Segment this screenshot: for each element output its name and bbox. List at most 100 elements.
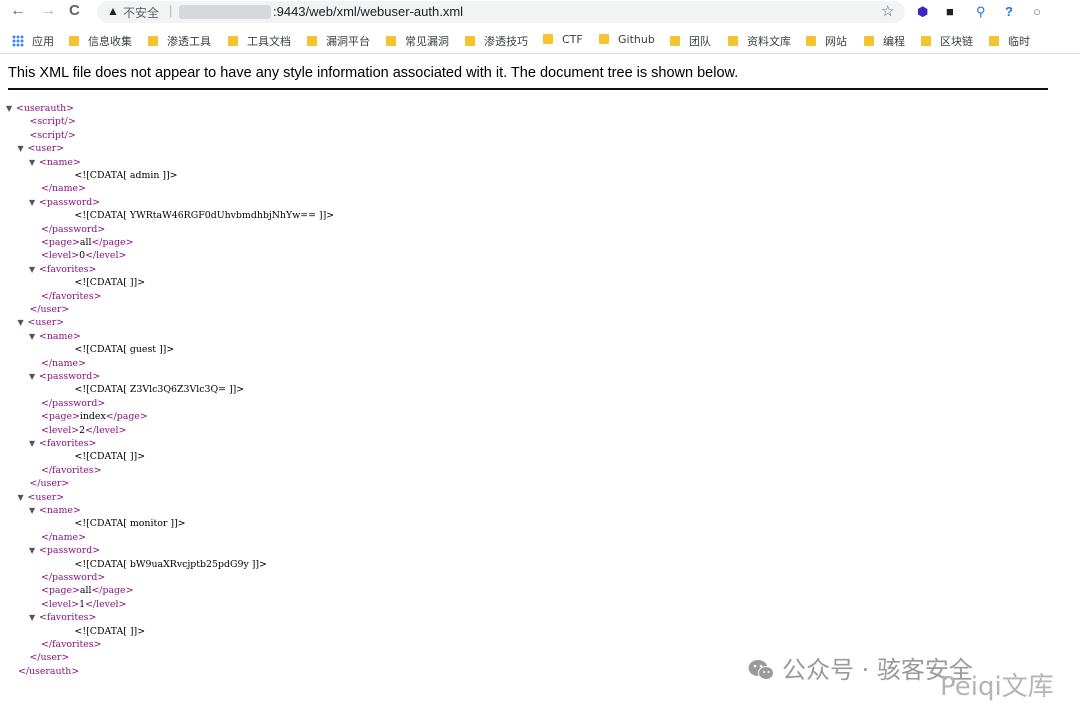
xml-tag: <name> (39, 505, 81, 516)
xml-line: </user> (30, 651, 70, 664)
bookmark-folder[interactable]: 工具文档 (228, 33, 291, 49)
address-bar[interactable]: ▲ 不安全 | :9443/web/xml/webuser-auth.xml ☆ (97, 1, 905, 23)
xml-tag: <page> (41, 585, 80, 597)
bookmark-label: CTF (562, 33, 583, 46)
xml-text: <![CDATA[ ]]> (74, 451, 146, 463)
xml-text: <![CDATA[ YWRtaW46RGF0dUhvbmdhbjNhYw== ]… (74, 210, 335, 222)
xml-line: </password> (41, 571, 105, 584)
url-text[interactable]: :9443/web/xml/webuser-auth.xml (273, 4, 463, 19)
xml-line: <level>2</level> (41, 424, 126, 437)
folder-icon (670, 36, 680, 46)
bookmark-folder[interactable]: 区块链 (921, 33, 973, 49)
collapse-arrow-icon[interactable]: ▼ (18, 316, 28, 329)
xml-tag: <user> (27, 317, 65, 329)
collapse-arrow-icon[interactable]: ▼ (29, 437, 39, 450)
bookmark-label: 临时 (1008, 35, 1030, 48)
extension-circle-icon[interactable]: ○ (1033, 4, 1041, 19)
insecure-label[interactable]: 不安全 (123, 4, 159, 21)
browser-toolbar: ← → C ▲ 不安全 | :9443/web/xml/webuser-auth… (0, 0, 1080, 26)
bookmark-label: 渗透技巧 (484, 35, 528, 48)
collapse-arrow-icon[interactable]: ▼ (29, 156, 39, 169)
redacted-host (179, 5, 271, 19)
collapse-arrow-icon[interactable]: ▼ (6, 102, 16, 115)
xml-line: ▼ <password> (29, 196, 100, 209)
folder-icon (465, 36, 475, 46)
extension-hexagon-icon[interactable]: ⬢ (917, 4, 928, 20)
bookmark-folder[interactable]: 网站 (806, 33, 847, 49)
xml-tag: </favorites> (41, 639, 102, 650)
collapse-arrow-icon[interactable]: ▼ (29, 196, 39, 209)
bookmark-folder[interactable]: 编程 (864, 33, 905, 49)
xml-text: index (79, 411, 106, 423)
reload-icon[interactable]: C (69, 2, 80, 19)
collapse-arrow-icon[interactable]: ▼ (18, 491, 28, 504)
collapse-arrow-icon[interactable]: ▼ (29, 611, 39, 624)
xml-line: <script/> (30, 129, 76, 142)
forward-icon[interactable]: → (40, 2, 56, 20)
collapse-arrow-icon[interactable]: ▼ (29, 263, 39, 276)
xml-line: ▼ <name> (29, 504, 81, 517)
xml-tag: <favorites> (39, 612, 97, 624)
folder-icon (864, 36, 874, 46)
bookmark-star-icon[interactable]: ☆ (881, 2, 894, 20)
bookmark-folder[interactable]: Github (599, 33, 655, 49)
warning-icon[interactable]: ▲ (107, 4, 119, 18)
xml-tag: <userauth> (16, 103, 75, 114)
bookmark-folder[interactable]: 渗透工具 (148, 33, 211, 49)
xml-line: <![CDATA[ admin ]]> (75, 169, 178, 182)
xml-text: <![CDATA[ bW9uaXRvcjptb25pdG9y ]]> (74, 558, 267, 570)
xml-tag: </page> (91, 585, 134, 597)
wechat-icon (748, 659, 774, 681)
xml-line: </name> (41, 531, 86, 544)
extension-key-icon[interactable]: ⚲ (976, 4, 986, 20)
xml-line: <![CDATA[ YWRtaW46RGF0dUhvbmdhbjNhYw== ]… (75, 209, 335, 222)
xml-tag: <password> (39, 371, 101, 382)
bookmark-folder[interactable]: 临时 (989, 33, 1030, 49)
xml-line: ▼ <name> (29, 156, 81, 169)
divider: | (169, 3, 173, 18)
bookmark-folder[interactable]: 团队 (670, 33, 711, 49)
back-icon[interactable]: ← (10, 2, 26, 20)
xml-tag: </password> (41, 572, 106, 583)
xml-tag: <page> (41, 411, 80, 423)
xml-tag: </userauth> (18, 665, 80, 677)
xml-tag: </level> (85, 250, 127, 262)
xml-tag: <level> (41, 598, 80, 610)
xml-line: ▼ <favorites> (29, 611, 96, 624)
bookmark-apps[interactable]: 应用 (12, 33, 54, 49)
collapse-arrow-icon[interactable]: ▼ (29, 544, 39, 557)
collapse-arrow-icon[interactable]: ▼ (29, 370, 39, 383)
xml-tag: <user> (27, 491, 65, 503)
collapse-arrow-icon[interactable]: ▼ (29, 330, 39, 343)
xml-line: <![CDATA[ monitor ]]> (75, 517, 186, 530)
bookmark-folder[interactable]: 信息收集 (69, 33, 132, 49)
collapse-arrow-icon[interactable]: ▼ (18, 142, 28, 155)
bookmark-folder[interactable]: 常见漏洞 (386, 33, 449, 49)
bookmark-label: 常见漏洞 (405, 35, 449, 48)
xml-line: <![CDATA[ bW9uaXRvcjptb25pdG9y ]]> (75, 558, 267, 571)
collapse-arrow-icon[interactable]: ▼ (29, 504, 39, 517)
xml-line: </favorites> (41, 464, 101, 477)
xml-tag: </page> (91, 237, 134, 248)
bookmark-folder[interactable]: 资料文库 (728, 33, 791, 49)
xml-line: ▼ <user> (18, 491, 65, 504)
bookmark-label: 团队 (689, 35, 711, 48)
xml-line: <page>all</page> (41, 236, 133, 249)
xml-line: <level>0</level> (41, 249, 126, 262)
xml-tag: </user> (29, 652, 70, 664)
extension-square-icon[interactable]: ■ (946, 4, 954, 19)
bookmark-label: 信息收集 (88, 35, 132, 48)
xml-tag: </name> (41, 531, 86, 543)
bookmark-folder[interactable]: 漏洞平台 (307, 33, 370, 49)
xml-line: ▼ <userauth> (6, 102, 74, 115)
bookmark-folder[interactable]: CTF (543, 33, 583, 49)
xml-text: <![CDATA[ guest ]]> (74, 344, 175, 356)
extension-help-icon[interactable]: ? (1005, 4, 1013, 19)
xml-line: <![CDATA[ guest ]]> (75, 343, 175, 356)
xml-line: </name> (41, 357, 86, 370)
folder-icon (599, 34, 609, 44)
xml-line: ▼ <user> (18, 142, 65, 155)
xml-line: </password> (41, 397, 105, 410)
xml-tag: <favorites> (39, 438, 97, 449)
bookmark-folder[interactable]: 渗透技巧 (465, 33, 528, 49)
